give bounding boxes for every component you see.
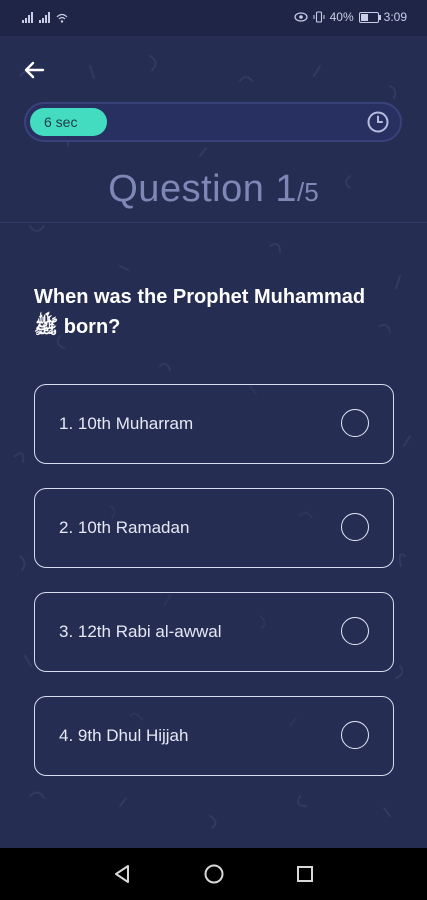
option-label: 1. 10th Muharram (59, 414, 194, 433)
clock-icon (367, 111, 389, 133)
option-label: 4. 9th Dhul Hijjah (59, 726, 189, 745)
signal-icon (22, 11, 33, 23)
eye-icon (294, 12, 308, 22)
status-right-icons: 40% 3:09 (294, 10, 407, 24)
timer-progress: 6 sec (30, 108, 107, 136)
option-label: 2. 10th Ramadan (59, 518, 190, 537)
system-nav-bar (0, 848, 427, 900)
answer-option-2[interactable]: 2. 10th Ramadan (34, 488, 394, 568)
battery-icon (358, 11, 381, 23)
radio-button[interactable] (341, 409, 369, 437)
back-triangle-icon[interactable] (110, 862, 134, 886)
timer-bar: 6 sec (24, 102, 402, 142)
radio-button[interactable] (341, 721, 369, 749)
question-text: When was the Prophet Muhammad ﷺ born? (34, 286, 366, 338)
timer-label: 6 sec (44, 114, 78, 130)
status-bar: 40% 3:09 (0, 0, 427, 36)
radio-button[interactable] (341, 513, 369, 541)
signal-icon-2 (39, 11, 50, 23)
answer-option-1[interactable]: 1. 10th Muharram (34, 384, 394, 464)
status-left-icons (22, 11, 68, 23)
option-label: 3. 12th Rabi al-awwal (59, 622, 222, 641)
wifi-icon (56, 13, 68, 23)
question-counter: Question 1/5 (0, 168, 427, 224)
battery-percent: 40% (329, 10, 354, 24)
recents-square-icon[interactable] (293, 862, 317, 886)
question-number: Question 1 (108, 168, 298, 210)
answer-option-4[interactable]: 4. 9th Dhul Hijjah (34, 696, 394, 776)
header-divider (0, 222, 427, 223)
radio-button[interactable] (341, 617, 369, 645)
vibrate-icon (313, 11, 325, 23)
home-circle-icon[interactable] (202, 862, 226, 886)
back-button[interactable] (18, 54, 50, 86)
answer-option-3[interactable]: 3. 12th Rabi al-awwal (34, 592, 394, 672)
clock-time: 3:09 (383, 10, 407, 24)
question-total: /5 (297, 177, 319, 207)
arrow-left-icon (24, 61, 45, 79)
